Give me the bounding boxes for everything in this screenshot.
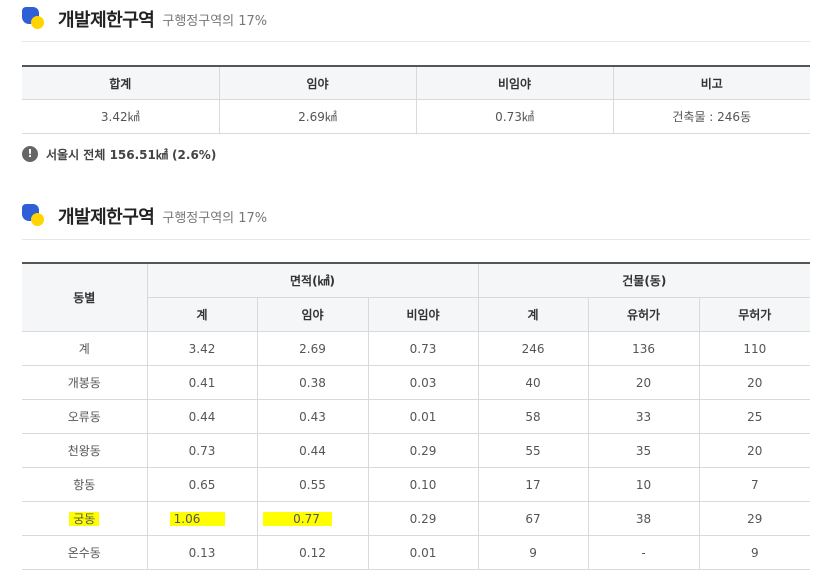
header-cell: 유허가 [587,297,700,332]
table-cell: 0.65 [146,467,258,502]
header-cell: 임야 [256,297,369,332]
highlighted-value: 1.06 [169,511,226,526]
table-cell: 17 [477,467,589,502]
table-row: 천왕동 0.73 0.44 0.29 55 35 20 [22,433,811,468]
table-cell: 20 [698,365,811,400]
table-cell: 0.29 [367,501,479,536]
highlighted-value: 궁동 [69,512,100,526]
note-prefix: 서울시 전체 [46,147,110,162]
note-suffix: (2.6%) [167,147,217,162]
table-cell: 0.77 [256,501,369,536]
district-cell: 개봉동 [22,365,148,400]
table-cell: 0.38 [256,365,369,400]
table-cell: 2.69㎢ [218,99,417,134]
table-cell: 246 [477,331,589,366]
table-cell: - [587,535,700,570]
table-cell: 0.44 [256,433,369,468]
table-row: 온수동 0.13 0.12 0.01 9-9 [22,535,811,570]
exclamation-icon: ! [22,146,38,162]
section-heading: 개발제한구역 [58,10,155,31]
summary-table: 합계 임야 비임야 비고 3.42㎢ 2.69㎢ 0.73㎢ 건축물 : 246… [22,65,810,134]
table-cell: 33 [587,399,700,434]
table-cell: 3.42㎢ [22,99,220,134]
table-cell: 20 [587,365,700,400]
header-group-area: 면적(㎢) [146,262,479,298]
table-cell: 29 [698,501,811,536]
table-row: 궁동 1.06 0.77 0.29 67 38 29 [22,501,811,536]
table-cell: 0.73 [367,331,479,366]
header-cell: 비임야 [367,297,479,332]
table-cell: 0.01 [367,535,479,570]
table-header-row: 동별 면적(㎢) 건물(동) [22,262,811,332]
table-cell: 0.73㎢ [415,99,614,134]
table-cell: 0.44 [146,399,258,434]
district-cell: 항동 [22,467,148,502]
table-cell: 55 [477,433,589,468]
header-cell: 합계 [22,65,220,100]
table-cell: 0.41 [146,365,258,400]
table-cell: 0.10 [367,467,479,502]
detail-table-body: 계 3.42 2.69 0.73 246 136 110 개봉동 0.41 0.38 0.03 40 2… [22,331,811,570]
table-cell: 0.13 [146,535,258,570]
section-divider [22,41,810,42]
table-cell: 0.01 [367,399,479,434]
table-cell: 38 [587,501,700,536]
district-cell: 계 [22,331,148,366]
header-cell: 비고 [612,65,810,100]
table-cell: 0.03 [367,365,479,400]
header-cell: 계 [147,297,258,332]
section-title-1: 개발제한구역 구행정구역의 17% [22,4,810,34]
header-cell-district: 동별 [22,262,148,332]
table-header-row: 합계 임야 비임야 비고 [22,65,810,100]
table-cell: 7 [698,467,811,502]
district-cell: 궁동 [22,501,148,536]
table-cell: 67 [477,501,589,536]
header-cell: 임야 [218,65,417,100]
table-cell: 0.29 [367,433,479,468]
table-row: 계 3.42 2.69 0.73 246 136 110 [22,331,811,366]
table-cell: 1.06 [146,501,258,536]
table-row: 항동 0.65 0.55 0.10 17 10 7 [22,467,811,502]
table-cell: 9 [698,535,811,570]
header-group-building: 건물(동) [477,262,811,298]
section-subheading: 구행정구역의 17% [162,210,268,226]
section-bullet-icon [22,7,46,31]
table-row: 오류동 0.44 0.43 0.01 58 33 25 [22,399,811,434]
table-cell: 40 [477,365,589,400]
table-cell: 9 [477,535,589,570]
table-cell: 110 [698,331,811,366]
table-cell: 20 [698,433,811,468]
table-row: 3.42㎢ 2.69㎢ 0.73㎢ 건축물 : 246동 [22,99,810,134]
table-cell: 건축물 : 246동 [612,99,810,134]
table-cell: 0.12 [256,535,369,570]
note: ! 서울시 전체 156.51㎢ (2.6%) [22,145,216,163]
table-cell: 3.42 [146,331,258,366]
detail-table: 동별 면적(㎢) 건물(동) 계 임야 비임야 계 유허가 무허가 계 3.42 2… [22,262,811,570]
district-cell: 온수동 [22,535,148,570]
table-cell: 10 [587,467,700,502]
section-heading: 개발제한구역 [58,207,155,228]
header-cell: 비임야 [415,65,614,100]
table-cell: 0.43 [256,399,369,434]
table-cell: 58 [477,399,589,434]
district-cell: 천왕동 [22,433,148,468]
table-cell: 35 [587,433,700,468]
table-row: 개봉동 0.41 0.38 0.03 40 20 20 [22,365,811,400]
section-bullet-icon [22,204,46,228]
section-divider [22,239,810,240]
page: 개발제한구역 구행정구역의 17% 합계 임야 비임야 비고 3.42㎢ 2.6… [0,0,835,579]
table-cell: 136 [587,331,700,366]
section-title-2: 개발제한구역 구행정구역의 17% [22,201,810,231]
note-value: 156.51㎢ [109,147,168,162]
district-cell: 오류동 [22,399,148,434]
header-cell: 계 [477,297,589,332]
table-cell: 2.69 [256,331,369,366]
highlighted-value: 0.77 [263,511,332,526]
section-subheading: 구행정구역의 17% [162,13,268,29]
table-cell: 0.55 [256,467,369,502]
header-cell: 무허가 [698,297,811,332]
table-cell: 25 [698,399,811,434]
table-cell: 0.73 [146,433,258,468]
